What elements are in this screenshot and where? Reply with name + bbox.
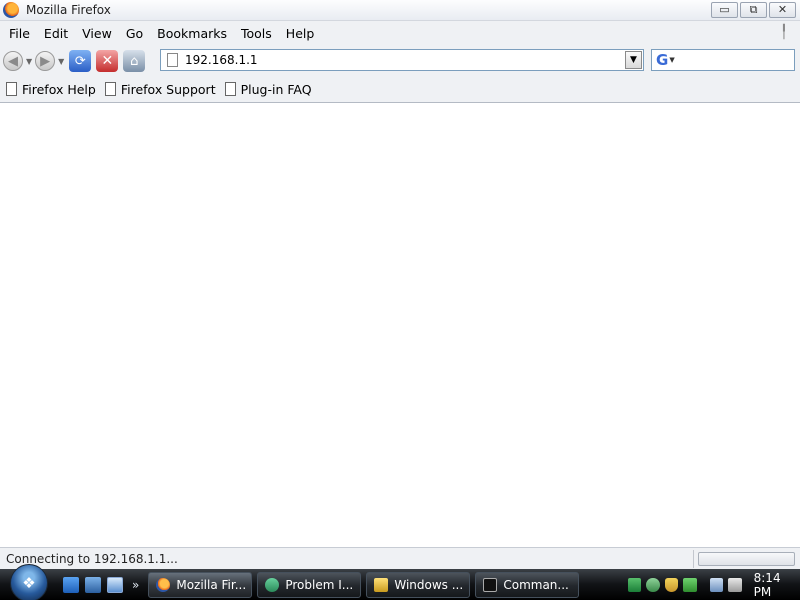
taskbar-button-label: Comman... — [503, 577, 569, 592]
bookmark-label: Firefox Help — [22, 81, 96, 97]
back-button[interactable]: ◀ — [3, 51, 23, 71]
users-icon[interactable] — [646, 577, 660, 592]
search-engine-dropdown-icon: ▼ — [669, 56, 675, 64]
taskbar-button-label: Windows ... — [394, 577, 464, 592]
menu-file[interactable]: File — [2, 26, 37, 41]
menu-tools[interactable]: Tools — [234, 26, 279, 41]
checkmark-icon[interactable] — [683, 577, 697, 592]
bookmark-label: Firefox Support — [120, 81, 216, 97]
window-controls: ▭ ⧉ ✕ — [711, 2, 796, 18]
reload-icon: ⟳ — [74, 53, 86, 69]
page-icon — [167, 53, 178, 67]
menu-go[interactable]: Go — [119, 26, 150, 41]
windows-logo-icon: ❖ — [22, 573, 36, 592]
menu-help[interactable]: Help — [279, 26, 322, 41]
status-bar: Connecting to 192.168.1.1... — [0, 547, 800, 569]
url-history-dropdown[interactable]: ▼ — [625, 51, 642, 69]
stop-button[interactable]: ✕ — [96, 50, 119, 72]
bookmark-firefox-support[interactable]: Firefox Support — [104, 81, 216, 97]
activity-throbber-icon: ╿ — [780, 25, 788, 40]
forward-history-dropdown[interactable]: ▼ — [58, 57, 64, 66]
menu-bar: File Edit View Go Bookmarks Tools Help ╿ — [0, 21, 800, 46]
bookmark-page-icon — [104, 82, 116, 96]
page-content — [0, 103, 800, 547]
navigation-toolbar: ◀ ▼ ▶ ▼ ⟳ ✕ ⌂ 192.168.1.1 ▼ G ▼ — [0, 46, 800, 76]
url-bar[interactable]: 192.168.1.1 ▼ — [160, 49, 644, 71]
minimize-button[interactable]: ▭ — [711, 2, 738, 18]
search-box[interactable]: G ▼ — [651, 49, 795, 71]
taskbar-button-problem-reports[interactable]: Problem I... — [257, 571, 362, 598]
menu-view[interactable]: View — [75, 26, 119, 41]
bookmarks-toolbar: Firefox Help Firefox Support Plug-in FAQ — [0, 76, 800, 103]
bookmark-plugin-faq[interactable]: Plug-in FAQ — [224, 81, 312, 97]
window-title: Mozilla Firefox — [26, 3, 111, 17]
home-icon: ⌂ — [130, 53, 139, 69]
volume-muted-icon[interactable] — [728, 577, 742, 592]
quick-launch-overflow-icon[interactable]: » — [132, 578, 139, 592]
home-button[interactable]: ⌂ — [123, 50, 146, 72]
maximize-button[interactable]: ⧉ — [740, 2, 767, 18]
windows-explorer-icon — [374, 577, 389, 592]
problem-reports-icon — [265, 577, 280, 592]
url-input[interactable]: 192.168.1.1 — [185, 53, 258, 67]
stop-icon: ✕ — [101, 53, 114, 69]
forward-arrow-icon: ▶ — [40, 53, 51, 69]
taskbar-button-command-prompt[interactable]: Comman... — [475, 571, 580, 598]
taskbar-button-firefox[interactable]: Mozilla Fir... — [148, 571, 253, 598]
bookmark-firefox-help[interactable]: Firefox Help — [6, 82, 96, 97]
taskbar-button-label: Problem I... — [285, 577, 354, 592]
progress-meter — [698, 552, 795, 566]
bookmark-page-icon — [224, 82, 236, 96]
status-divider — [693, 550, 694, 568]
title-bar: Mozilla Firefox ▭ ⧉ ✕ — [0, 0, 800, 21]
firefox-icon — [156, 577, 171, 592]
back-history-dropdown[interactable]: ▼ — [26, 57, 32, 66]
system-tray: 8:14 PM — [612, 569, 800, 600]
show-desktop-icon[interactable] — [63, 576, 79, 593]
security-shield-icon[interactable] — [664, 577, 679, 592]
menu-bookmarks[interactable]: Bookmarks — [150, 26, 234, 41]
back-arrow-icon: ◀ — [8, 53, 18, 69]
network-status-icon[interactable] — [628, 577, 642, 592]
close-button[interactable]: ✕ — [769, 2, 796, 18]
taskbar-button-windows-explorer[interactable]: Windows ... — [366, 571, 471, 598]
internet-explorer-icon[interactable] — [107, 576, 123, 593]
google-search-engine-icon[interactable]: G — [656, 51, 668, 69]
forward-button[interactable]: ▶ — [35, 51, 56, 71]
menu-edit[interactable]: Edit — [37, 26, 75, 41]
taskbar-button-label: Mozilla Fir... — [176, 577, 247, 592]
bookmark-page-icon — [6, 82, 17, 96]
bookmark-label: Plug-in FAQ — [240, 81, 312, 97]
reload-button[interactable]: ⟳ — [69, 50, 92, 72]
command-prompt-icon — [483, 577, 498, 592]
switch-windows-icon[interactable] — [85, 576, 101, 593]
network-icon[interactable] — [709, 577, 724, 592]
start-button[interactable]: ❖ — [10, 563, 48, 600]
firefox-icon — [3, 2, 19, 18]
taskbar: ❖ » Mozilla Fir... Problem I... Windows … — [0, 563, 800, 600]
clock[interactable]: 8:14 PM — [754, 571, 800, 599]
